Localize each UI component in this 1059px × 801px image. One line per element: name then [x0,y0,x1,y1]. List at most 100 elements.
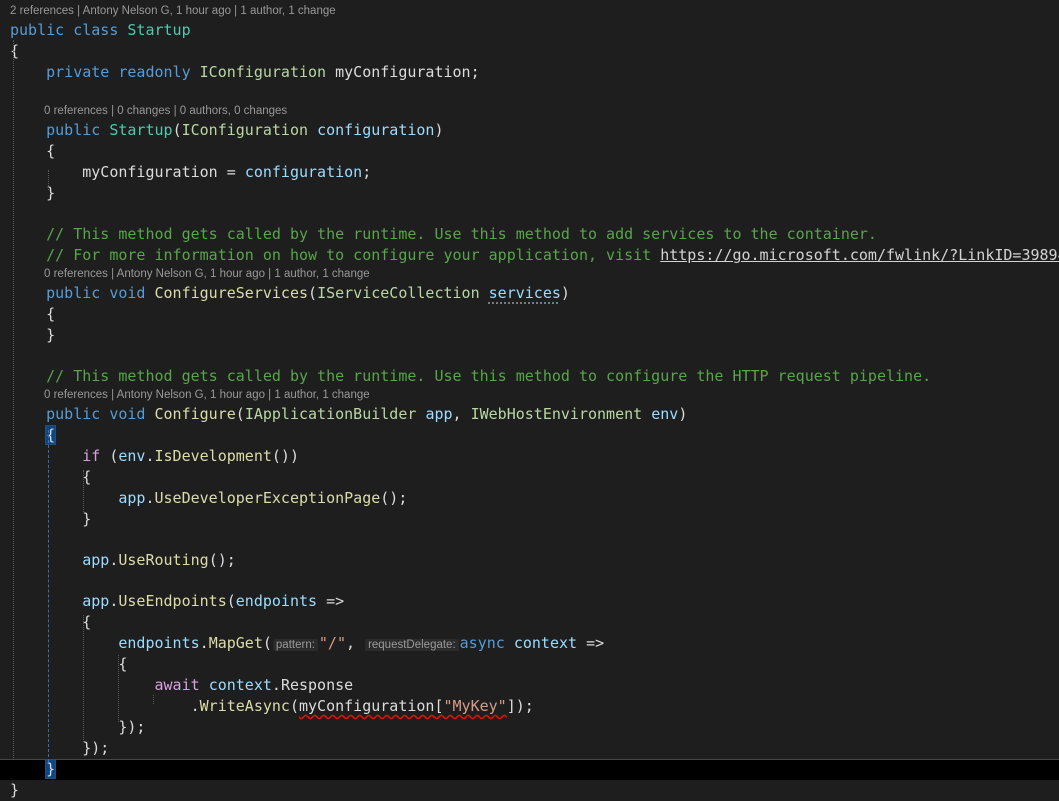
code-token: if [82,447,101,465]
code-token: readonly [118,63,191,81]
code-line[interactable]: { [0,425,1059,446]
code-token: private [46,63,110,81]
code-line[interactable]: app.UseEndpoints(endpoints => [0,591,1059,612]
code-token: configuration [317,121,435,139]
code-line[interactable]: app.UseDeveloperExceptionPage(); [0,488,1059,509]
parameter-hint: pattern: [272,639,318,651]
code-token: endpoints [235,592,318,610]
code-line[interactable]: }); [0,717,1059,738]
code-token: Startup [127,21,191,39]
code-token: public [46,405,101,423]
code-token: ( [289,697,299,715]
code-token: void [109,405,146,423]
code-line[interactable]: } [0,780,1059,801]
code-line[interactable]: { [0,612,1059,633]
code-token: ) [434,121,444,139]
blank-line[interactable] [0,571,1059,591]
error-squiggle-token: myConfiguration [299,697,435,715]
code-line[interactable]: { [0,654,1059,675]
blank-line[interactable] [0,530,1059,550]
code-token: configuration [244,163,363,181]
code-token: endpoints [118,634,200,652]
code-token: } [10,510,92,528]
code-line[interactable]: if (env.IsDevelopment()) [0,446,1059,467]
code-token: ( [235,405,245,423]
code-line[interactable]: }); [0,738,1059,759]
comment-link[interactable]: https://go.microsoft.com/fwlink/?LinkID=… [660,246,1059,264]
code-token: Startup [109,121,173,139]
code-token: ( [100,447,119,465]
code-line[interactable]: } [0,325,1059,346]
blank-line[interactable] [0,346,1059,366]
code-line[interactable]: } [0,183,1059,204]
code-line[interactable]: // This method gets called by the runtim… [0,366,1059,387]
code-line[interactable]: public Startup(IConfiguration configurat… [0,120,1059,141]
code-token: services [488,284,561,302]
code-line[interactable]: { [0,467,1059,488]
code-line[interactable]: myConfiguration = configuration; [0,162,1059,183]
code-token: ) [560,284,570,302]
codelens-info[interactable]: 0 references | 0 changes | 0 authors, 0 … [0,103,1059,120]
codelens-info[interactable]: 0 references | Antony Nelson G, 1 hour a… [0,387,1059,404]
code-token: { [10,42,20,60]
code-token: public [46,121,101,139]
code-token: UseRouting [118,551,209,569]
code-token: ( [308,284,318,302]
code-line[interactable]: await context.Response [0,675,1059,696]
code-token: env [651,405,679,423]
code-line[interactable]: // This method gets called by the runtim… [0,224,1059,245]
code-token: => [317,592,345,610]
code-token: } [10,781,20,799]
code-line[interactable]: public class Startup [0,20,1059,41]
codelens-info[interactable]: 2 references | Antony Nelson G, 1 hour a… [0,3,1059,20]
code-token: "/" [318,634,346,652]
code-line[interactable]: private readonly IConfiguration myConfig… [0,62,1059,83]
code-line[interactable]: } [0,509,1059,530]
code-line[interactable]: .WriteAsync(myConfiguration["MyKey"]); [0,696,1059,717]
code-token: app [82,592,110,610]
code-token: IConfiguration [199,63,327,81]
current-code-line[interactable]: } [0,759,1059,780]
code-token: ()) [271,447,299,465]
code-line[interactable]: public void Configure(IApplicationBuilde… [0,404,1059,425]
code-token: = [217,163,245,181]
code-token: . [199,634,209,652]
error-squiggle-token: [ [434,697,444,715]
code-token: ) [678,405,688,423]
codelens-info[interactable]: 0 references | Antony Nelson G, 1 hour a… [0,266,1059,283]
code-token: IsDevelopment [154,447,272,465]
code-line[interactable]: endpoints.MapGet(pattern: "/", requestDel… [0,633,1059,654]
blank-line[interactable] [0,204,1059,224]
code-line[interactable]: { [0,304,1059,325]
code-token: ConfigureServices [154,284,309,302]
code-token: await [154,676,200,694]
code-editor[interactable]: 2 references | Antony Nelson G, 1 hour a… [0,0,1059,799]
code-line[interactable]: { [0,141,1059,162]
indent-guide [48,170,49,190]
code-token: { [10,305,56,323]
indent-guide [13,40,14,760]
code-token: public [10,21,65,39]
code-line[interactable]: // For more information on how to config… [0,245,1059,266]
code-token: }); [10,739,110,757]
code-token: { [10,142,56,160]
code-line[interactable]: app.UseRouting(); [0,550,1059,571]
code-token: env [118,447,146,465]
code-token: IApplicationBuilder [244,405,417,423]
code-line[interactable]: { [0,41,1059,62]
blank-line[interactable] [0,83,1059,103]
code-line[interactable]: public void ConfigureServices(IServiceCo… [0,283,1059,304]
code-token: . [145,447,155,465]
code-token: } [10,326,56,344]
